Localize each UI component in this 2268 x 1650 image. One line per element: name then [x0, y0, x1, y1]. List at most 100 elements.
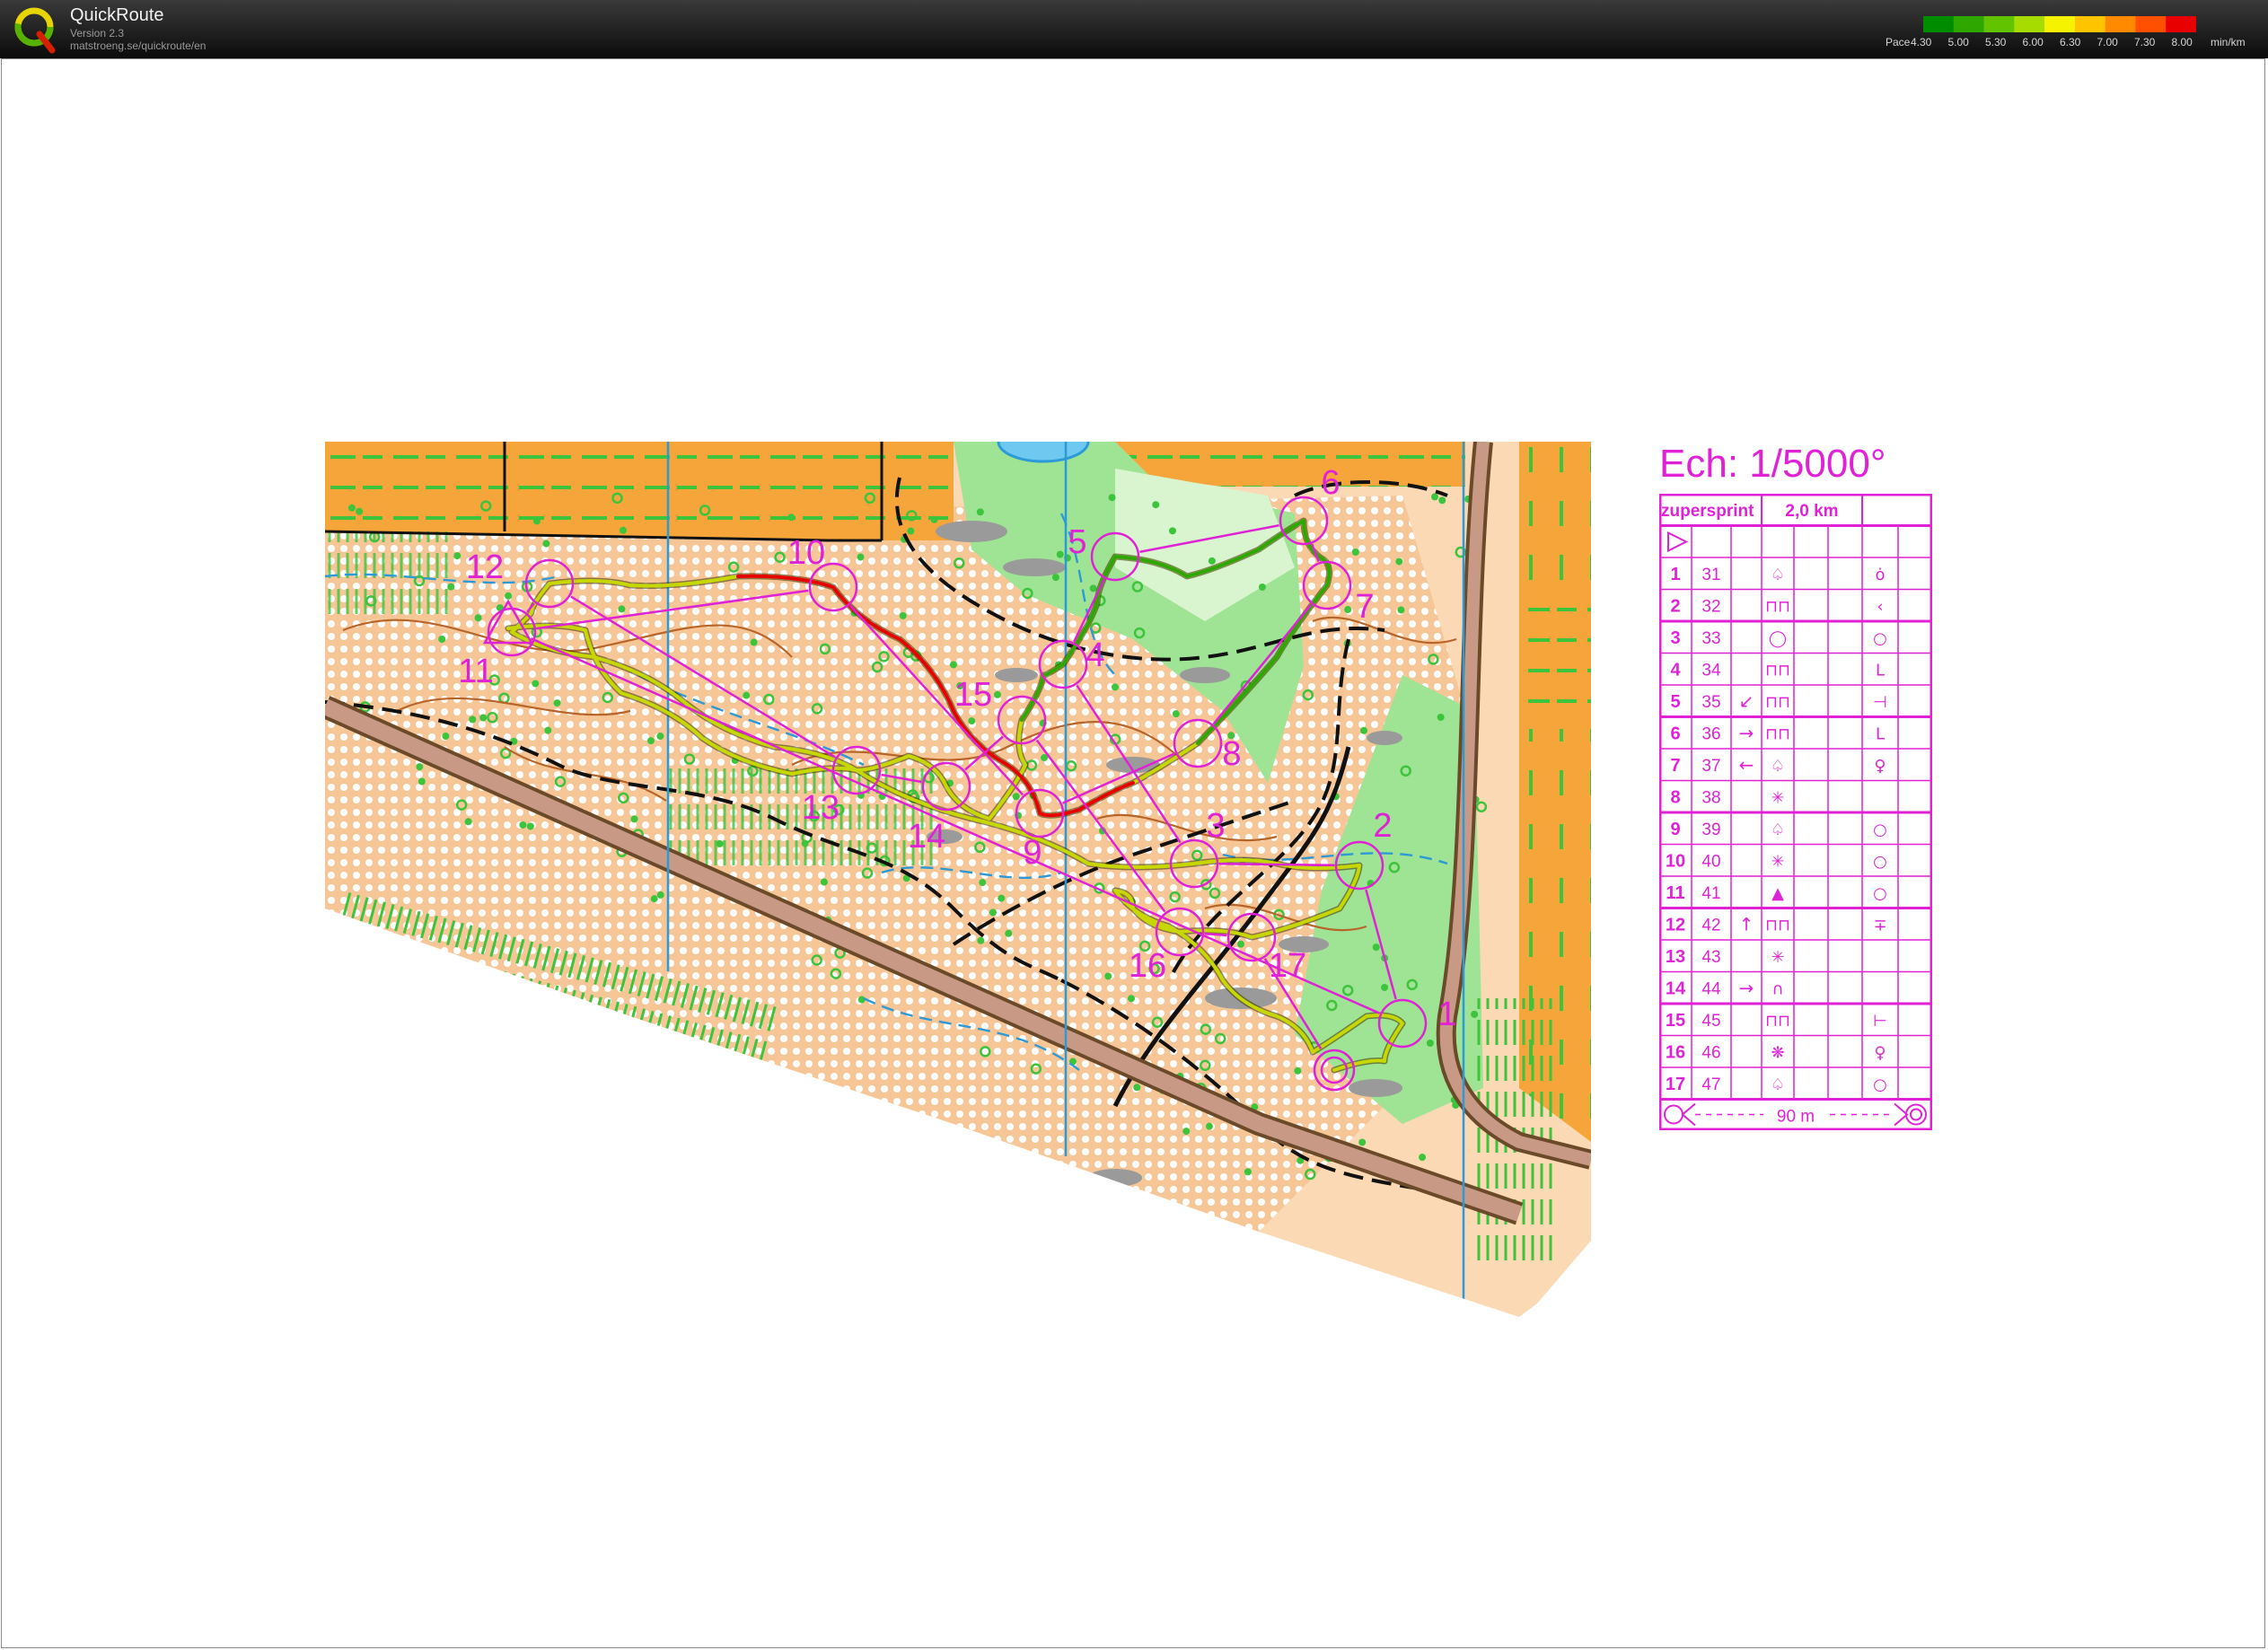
- location-symbol-icon: L: [1876, 725, 1885, 744]
- control-sequence-number: 4: [1670, 661, 1681, 680]
- pace-legend-swatch: [2166, 16, 2196, 32]
- control-sequence-number: 15: [1666, 1011, 1685, 1031]
- finish-outer-circle-icon: [1905, 1103, 1927, 1126]
- feature-symbol-icon: ⊓⊓: [1765, 598, 1790, 617]
- control-number-label: 17: [1269, 947, 1306, 985]
- control-sequence-number: 17: [1666, 1075, 1685, 1094]
- control-code: 31: [1701, 566, 1720, 584]
- control-number-label: 3: [1206, 807, 1225, 845]
- control-code: 33: [1701, 629, 1720, 648]
- control-code: 37: [1701, 757, 1720, 776]
- control-sequence-number: 9: [1670, 820, 1680, 839]
- control-sequence-number: 3: [1670, 628, 1680, 648]
- control-number-label: 8: [1222, 735, 1241, 773]
- pace-legend-tick: 6.00: [2022, 36, 2044, 48]
- pace-legend-swatch: [2135, 16, 2167, 32]
- pace-legend-tick: 7.00: [2097, 36, 2118, 48]
- feature-symbol-icon: ♤: [1771, 757, 1785, 776]
- pace-legend-tick: 6.30: [2060, 36, 2081, 48]
- control-code: 36: [1701, 725, 1720, 744]
- location-symbol-icon: ⊣: [1873, 693, 1887, 712]
- feature-symbol-icon: ⊓⊓: [1765, 693, 1790, 712]
- control-sequence-number: 16: [1666, 1043, 1685, 1063]
- control-sequence-number: 12: [1666, 916, 1685, 935]
- control-sequence-number: 10: [1666, 852, 1685, 872]
- finish-distance: 90 m: [1777, 1108, 1815, 1127]
- finish-start-circle-icon: [1664, 1104, 1683, 1125]
- direction-symbol-icon: →: [1739, 723, 1754, 744]
- control-code: 35: [1701, 693, 1720, 712]
- control-number-label: 11: [458, 653, 493, 690]
- control-number-label: 4: [1086, 636, 1104, 674]
- feature-symbol-icon: ◯: [1769, 629, 1787, 648]
- control-sequence-number: 7: [1670, 756, 1680, 776]
- control-sequence-number: 2: [1670, 597, 1680, 617]
- control-number-label: 10: [787, 534, 825, 572]
- control-code: 39: [1701, 821, 1720, 839]
- feature-symbol-icon: ▲: [1771, 884, 1784, 903]
- control-code: 46: [1701, 1044, 1720, 1063]
- location-symbol-icon: ○: [1873, 884, 1887, 903]
- pace-legend-swatch: [2074, 16, 2106, 32]
- feature-symbol-icon: ♤: [1771, 1075, 1785, 1094]
- direction-symbol-icon: ↑: [1739, 914, 1754, 935]
- map-scale-title: Ech: 1/5000°: [1659, 442, 1886, 486]
- control-code: 41: [1701, 884, 1720, 903]
- pace-legend-label: Pace: [1886, 36, 1911, 48]
- pace-legend-colorbar: [1923, 16, 2196, 32]
- control-number-label: 14: [908, 818, 945, 856]
- location-symbol-icon: ○: [1873, 853, 1887, 872]
- control-sequence-number: 14: [1666, 979, 1686, 999]
- start-triangle-icon: [1667, 531, 1689, 553]
- control-number-label: 9: [1023, 834, 1042, 872]
- feature-symbol-icon: ⊓⊓: [1765, 1012, 1790, 1031]
- pace-legend-tick: 7.30: [2134, 36, 2156, 48]
- control-code: 43: [1701, 948, 1720, 967]
- control-sequence-number: 5: [1670, 692, 1680, 712]
- pace-legend-tick: 5.00: [1947, 36, 1969, 48]
- feature-symbol-icon: ⊓⊓: [1765, 917, 1790, 935]
- feature-symbol-icon: ❋: [1771, 1044, 1784, 1063]
- control-description-sheet: zupersprint 2,0 km1 31 ♤ ȯ2 32 ⊓⊓ ‹3 33 ◯ ○4 34 ⊓⊓ L5…: [1659, 494, 1932, 1130]
- location-symbol-icon: ∓: [1873, 917, 1886, 935]
- control-code: 38: [1701, 789, 1720, 808]
- app-title: QuickRoute: [70, 5, 164, 25]
- pace-legend-tick: 8.00: [2171, 36, 2193, 48]
- app-url-link[interactable]: matstroeng.se/quickroute/en: [70, 39, 206, 52]
- direction-symbol-icon: →: [1739, 978, 1754, 999]
- course-length: 2,0 km: [1785, 502, 1838, 521]
- pace-legend-tick: 5.30: [1985, 36, 2007, 48]
- control-code: 32: [1701, 598, 1720, 617]
- control-number-label: 16: [1129, 947, 1166, 985]
- pace-legend-unit: min/km: [2211, 36, 2246, 48]
- feature-symbol-icon: ⊓⊓: [1765, 725, 1790, 744]
- orienteering-map[interactable]: 12345678910111213141516 17: [325, 442, 1591, 1321]
- control-sequence-number: 11: [1666, 883, 1684, 903]
- control-sequence-number: 8: [1670, 788, 1680, 808]
- location-symbol-icon: ⊢: [1873, 1012, 1887, 1031]
- control-sequence-number: 13: [1666, 947, 1685, 967]
- control-sequence-number: 1: [1670, 565, 1680, 584]
- feature-symbol-icon: ✳: [1771, 853, 1784, 872]
- feature-symbol-icon: ♤: [1771, 566, 1785, 584]
- location-symbol-icon: ȯ: [1875, 566, 1885, 584]
- control-number-label: 1: [1437, 996, 1456, 1033]
- control-number-label: 7: [1355, 588, 1374, 626]
- app-version: Version 2.3: [70, 27, 125, 39]
- control-number-label: 5: [1068, 523, 1086, 561]
- direction-symbol-icon: ←: [1739, 754, 1754, 776]
- feature-symbol-icon: ✳: [1771, 948, 1784, 967]
- location-symbol-icon: ♀: [1874, 757, 1886, 776]
- control-number-label: 2: [1373, 807, 1392, 845]
- course-name: zupersprint: [1661, 502, 1754, 521]
- location-symbol-icon: L: [1876, 662, 1885, 680]
- feature-symbol-icon: ⊓⊓: [1765, 662, 1790, 680]
- location-symbol-icon: ♀: [1874, 1044, 1886, 1063]
- pace-legend-swatch: [2105, 16, 2136, 32]
- control-code: 34: [1701, 662, 1721, 680]
- location-symbol-icon: ○: [1873, 629, 1887, 648]
- quickroute-logo-icon: [14, 7, 56, 54]
- pace-legend-swatch: [1983, 16, 2015, 32]
- finish-inner-circle-icon: [1910, 1108, 1922, 1121]
- control-code: 42: [1701, 917, 1720, 935]
